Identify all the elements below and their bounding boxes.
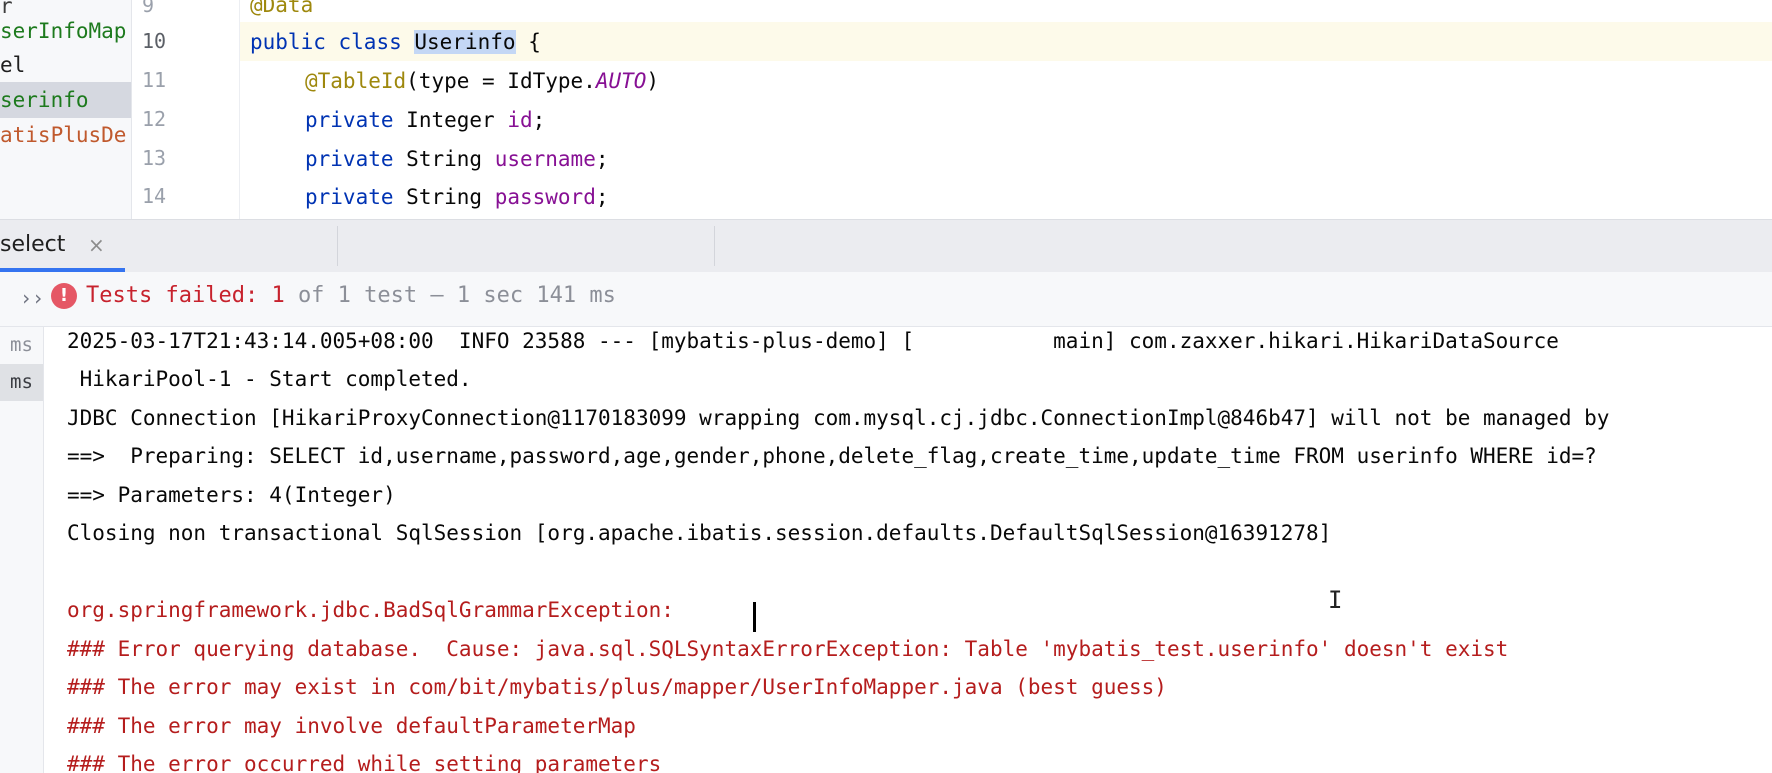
line-number: 14 [142,184,167,208]
error-icon: ! [51,283,77,309]
line-number-gutter: 9 10 11 12 13 14 [132,0,240,219]
test-result-summary: Tests failed: 1 of 1 test – 1 sec 141 ms [86,279,616,313]
tests-failed-label: Tests failed: [86,283,259,308]
keyword-private: private [305,108,394,132]
console-error-line: org.springframework.jdbc.BadSqlGrammarEx… [67,598,687,622]
semicolon: ; [595,147,609,171]
text-caret [753,602,756,632]
field-name: username [494,147,596,171]
annotation-args: (type = IdType. [406,69,596,93]
code-line-10: public class Userinfo { [250,23,541,61]
console-line: ==> Parameters: 4(Integer) [67,483,396,507]
test-tree-row-duration-selected[interactable]: ms [0,364,43,401]
project-tree-item-mybatisplusdemo[interactable]: atisPlusDe [0,117,126,153]
annotation-close: ) [646,69,660,93]
chevron-right-icon[interactable]: ›› [20,286,44,310]
console-error-line: ### Error querying database. Cause: java… [67,637,1509,661]
class-name-selected[interactable]: Userinfo [414,30,516,54]
line-number-current: 10 [142,29,167,53]
line-number: 11 [142,68,167,92]
keyword-private: private [305,147,394,171]
code-line-12: private Integer id; [305,101,545,139]
field-name: id [507,108,533,132]
semicolon: ; [595,185,609,209]
run-tab-select[interactable]: select × [0,220,125,272]
console-output[interactable]: 2025-03-17T21:43:14.005+08:00 INFO 23588… [67,327,1772,773]
project-tree-item-userinfo[interactable]: serinfo [0,82,131,118]
console-line: Closing non transactional SqlSession [or… [67,521,1332,545]
annotation-data: @Data [250,0,314,17]
console-line: ==> Preparing: SELECT id,username,passwo… [67,444,1597,468]
console-line: HikariPool-1 - Start completed. [67,367,472,391]
run-tab-label: select [0,232,66,257]
test-tree-panel[interactable]: ms ms [0,327,44,773]
enum-constant: AUTO [595,69,647,93]
project-tree-panel[interactable]: r serInfoMap el serinfo atisPlusDe [0,0,132,219]
console-line: 2025-03-17T21:43:14.005+08:00 INFO 23588… [67,329,1559,353]
type-name: String [406,185,483,209]
line-number: 9 [142,0,155,17]
annotation-tableid: @TableId [305,69,407,93]
console-line: JDBC Connection [HikariProxyConnection@1… [67,406,1610,430]
failed-count: 1 [271,283,285,308]
keyword-public: public [250,30,326,54]
code-area[interactable]: @Data public class Userinfo { @TableId(t… [250,0,1772,219]
text-cursor-icon: I [1328,586,1343,614]
code-editor[interactable]: r serInfoMap el serinfo atisPlusDe 9 10 … [0,0,1772,219]
keyword-private: private [305,185,394,209]
field-name: password [494,185,596,209]
close-icon[interactable]: × [88,220,105,270]
code-line-9: @Data [250,0,313,24]
code-line-14: private String password; [305,178,609,216]
line-number: 13 [142,146,167,170]
test-tree-row-duration[interactable]: ms [0,327,43,364]
project-tree-item-userinfomapper[interactable]: serInfoMap [0,13,126,49]
open-brace: { [528,30,541,54]
semicolon: ; [532,108,546,132]
console-error-line: ### The error may involve defaultParamet… [67,714,636,738]
divider [337,226,338,266]
console-error-line: ### The error may exist in com/bit/mybat… [67,675,1167,699]
code-line-13: private String username; [305,140,609,178]
divider [714,226,715,266]
console-error-line: ### The error occurred while setting par… [67,752,662,773]
project-tree-item-model[interactable]: el [0,47,25,83]
test-count-duration: of 1 test – 1 sec 141 ms [297,283,616,308]
type-name: Integer [406,108,495,132]
line-number: 12 [142,107,167,131]
code-line-11: @TableId(type = IdType.AUTO) [305,62,659,100]
keyword-class: class [338,30,402,54]
run-tool-window-tabs: select × [0,219,1772,273]
type-name: String [406,147,483,171]
